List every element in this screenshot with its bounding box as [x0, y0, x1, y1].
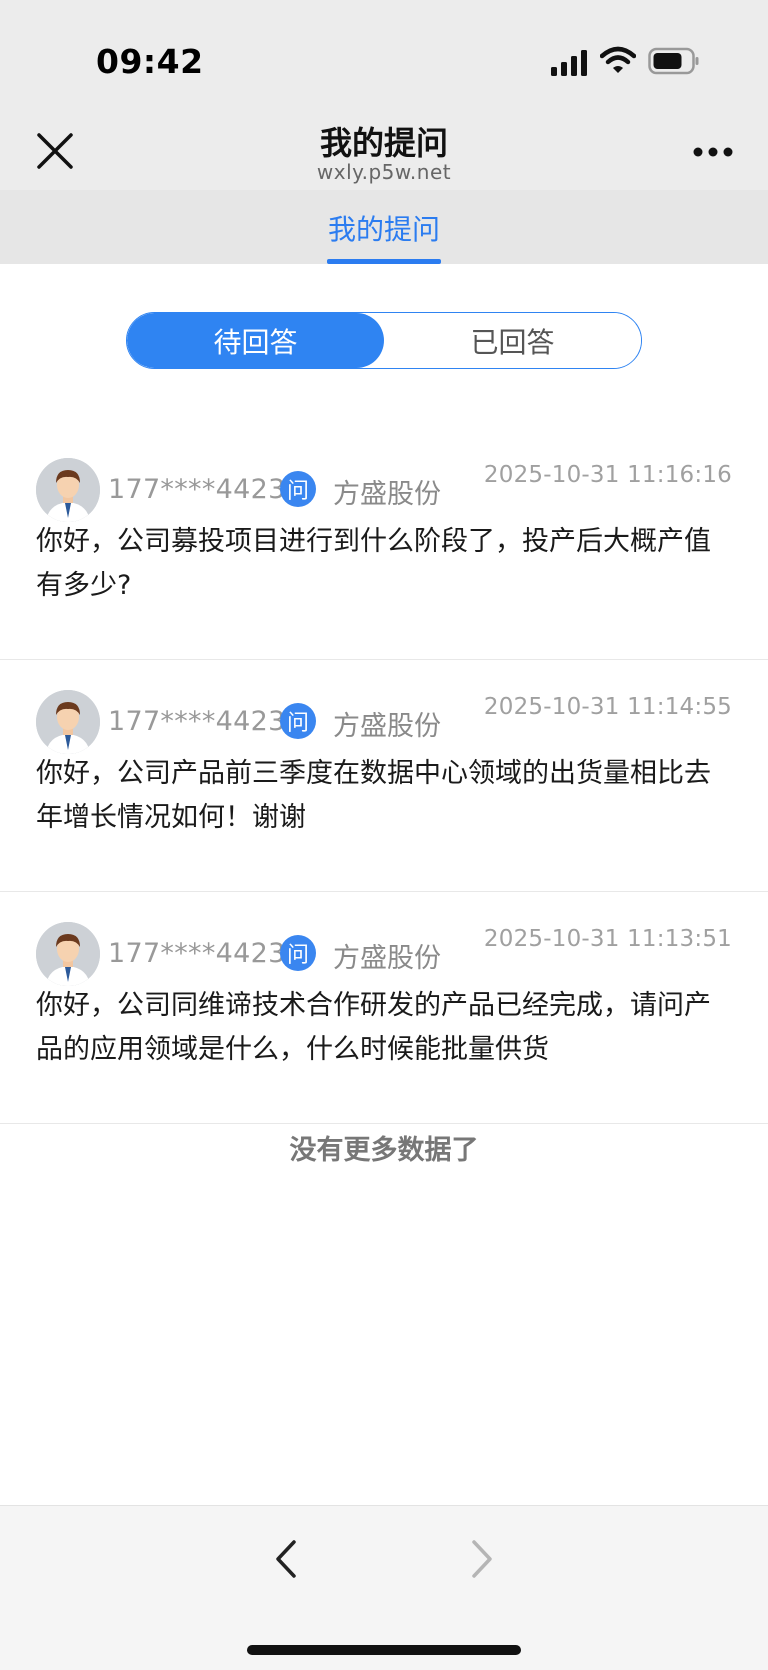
question-list: 177****4423 问 方盛股份 2025-10-31 11:16:16 你… [0, 428, 768, 1124]
question-company: 方盛股份 [333, 479, 441, 510]
question-item[interactable]: 177****4423 问 方盛股份 2025-10-31 11:16:16 你… [0, 428, 768, 660]
nav-bar: 我的提问 wxly.p5w.net [0, 110, 768, 190]
question-company: 方盛股份 [333, 943, 441, 974]
segment-answered[interactable]: 已回答 [384, 313, 641, 368]
forward-icon[interactable] [464, 1536, 498, 1582]
question-time: 2025-10-31 11:14:55 [483, 694, 732, 720]
question-badge: 问 [280, 703, 316, 739]
question-text: 你好，公司募投项目进行到什么阶段了，投产后大概产值有多少? [36, 526, 711, 601]
page-title: 我的提问 [319, 124, 448, 162]
tab-bar: 我的提问 [0, 190, 768, 264]
tab-my-questions[interactable]: 我的提问 [0, 208, 768, 248]
question-user: 177****4423 [108, 938, 286, 969]
avatar [36, 458, 100, 522]
avatar [36, 922, 100, 986]
question-item[interactable]: 177****4423 问 方盛股份 2025-10-31 11:13:51 你… [0, 892, 768, 1124]
home-indicator [247, 1645, 521, 1655]
segment-pending[interactable]: 待回答 [127, 313, 384, 368]
status-bar: 09:42 [0, 0, 768, 110]
battery-icon [648, 47, 699, 75]
avatar [36, 690, 100, 754]
signal-icon [551, 50, 587, 76]
question-user: 177****4423 [108, 474, 286, 505]
more-icon[interactable] [692, 146, 734, 158]
question-text: 你好，公司同维谛技术合作研发的产品已经完成，请问产品的应用领域是什么，什么时候能… [36, 990, 711, 1065]
question-time: 2025-10-31 11:13:51 [483, 926, 732, 952]
back-icon[interactable] [270, 1536, 304, 1582]
question-badge: 问 [280, 935, 316, 971]
question-item[interactable]: 177****4423 问 方盛股份 2025-10-31 11:14:55 你… [0, 660, 768, 892]
question-text: 你好，公司产品前三季度在数据中心领域的出货量相比去年增长情况如何！谢谢 [36, 758, 711, 833]
wifi-icon [600, 46, 636, 73]
tab-indicator [327, 259, 441, 264]
answer-status-toggle: 待回答 已回答 [126, 312, 642, 369]
page-url: wxly.p5w.net [316, 160, 452, 184]
question-badge: 问 [280, 471, 316, 507]
status-time: 09:42 [96, 42, 204, 81]
question-time: 2025-10-31 11:16:16 [483, 462, 732, 488]
question-company: 方盛股份 [333, 711, 441, 742]
no-more-data-label: 没有更多数据了 [289, 1135, 479, 1166]
browser-toolbar [0, 1505, 768, 1670]
question-user: 177****4423 [108, 706, 286, 737]
